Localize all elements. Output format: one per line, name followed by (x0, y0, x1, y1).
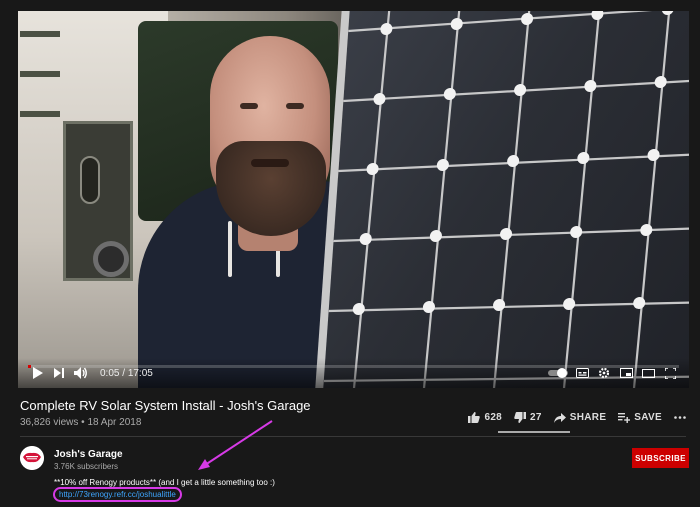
channel-logo (20, 446, 44, 470)
volume-icon[interactable] (70, 362, 92, 384)
upload-date: 18 Apr 2018 (87, 417, 142, 428)
playlist-add-icon (618, 412, 631, 423)
rv-mirror (80, 156, 100, 204)
share-arrow-icon (553, 412, 566, 423)
more-horiz-icon (674, 416, 686, 419)
person-eye (286, 103, 304, 109)
person-mouth (251, 159, 289, 167)
channel-name[interactable]: Josh's Garage (54, 449, 123, 460)
captions-icon[interactable] (571, 362, 593, 384)
share-button[interactable]: SHARE (553, 412, 607, 423)
save-button[interactable]: SAVE (618, 412, 662, 423)
player-controls: 0:05 / 17:05 (18, 358, 689, 388)
autoplay-toggle-icon[interactable] (545, 362, 571, 384)
more-actions-button[interactable] (674, 416, 686, 419)
dislike-button[interactable]: 27 (514, 412, 542, 423)
person-eye (240, 103, 258, 109)
dislike-count: 27 (530, 412, 542, 423)
like-button[interactable]: 628 (468, 412, 502, 423)
channel-avatar[interactable] (20, 446, 44, 470)
view-count: 36,826 views (20, 417, 79, 428)
current-time: 0:05 (100, 367, 120, 379)
video-meta: 36,826 views • 18 Apr 2018 (20, 417, 141, 428)
meta-separator: • (81, 417, 85, 428)
theater-mode-icon[interactable] (637, 362, 659, 384)
miniplayer-icon[interactable] (615, 362, 637, 384)
solar-panel (312, 11, 689, 388)
thumbs-down-icon (514, 412, 527, 423)
duration: 17:05 (127, 367, 153, 379)
divider (20, 436, 686, 437)
share-label: SHARE (569, 412, 607, 423)
fullscreen-icon[interactable] (659, 362, 681, 384)
video-player[interactable]: 0:05 / 17:05 (18, 11, 689, 388)
video-actions: 628 27 SHARE SAVE (468, 412, 686, 423)
save-label: SAVE (634, 412, 662, 423)
subscriber-count: 3.76K subscribers (54, 462, 119, 471)
video-title: Complete RV Solar System Install - Josh'… (20, 398, 311, 413)
play-icon[interactable] (26, 362, 48, 384)
description-text: **10% off Renogy products** (and I get a… (54, 478, 275, 487)
next-icon[interactable] (48, 362, 70, 384)
thumbs-up-icon (468, 412, 481, 423)
youtube-watch-page: 0:05 / 17:05 Complete RV Solar System In… (0, 0, 700, 507)
like-count: 628 (484, 412, 503, 423)
description-link[interactable]: http://73renogy.refr.cc/joshualittle (53, 487, 182, 502)
rv-wheel (93, 241, 129, 277)
time-display: 0:05 / 17:05 (100, 368, 153, 379)
like-ratio-bar (498, 431, 570, 433)
hoodie-drawstring (228, 221, 232, 277)
subscribe-button[interactable]: SUBSCRIBE (632, 448, 689, 468)
settings-gear-icon[interactable] (593, 362, 615, 384)
